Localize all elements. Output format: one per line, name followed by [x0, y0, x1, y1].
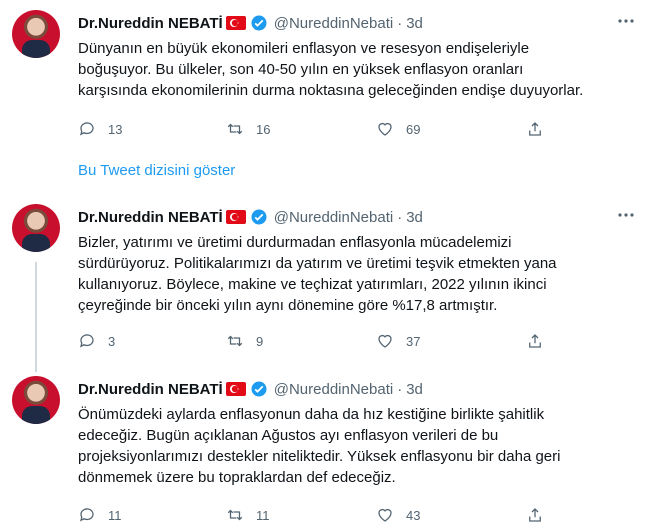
more-options-icon[interactable] [616, 208, 636, 222]
share-icon [529, 334, 541, 348]
avatar[interactable] [12, 10, 60, 58]
avatar[interactable] [12, 376, 60, 424]
reply-count: 3 [108, 333, 116, 349]
author-name[interactable]: Dr.Nureddin NEBATİ [78, 381, 223, 398]
separator-dot: · [397, 208, 403, 226]
reply-icon [80, 334, 94, 348]
like-count: 37 [406, 333, 421, 349]
tweet-actions: 3 9 37 [78, 332, 558, 352]
author-handle[interactable]: @NureddinNebati [274, 381, 393, 398]
reply-button[interactable]: 13 [78, 120, 122, 138]
share-button[interactable] [526, 120, 544, 138]
tweet-text: Bizler, yatırımı ve üretimi durdurmadan … [78, 234, 557, 314]
reply-count: 11 [108, 507, 122, 523]
turkish-flag-icon [225, 16, 246, 30]
reply-icon [80, 508, 94, 522]
retweet-count: 16 [256, 121, 271, 137]
retweet-icon [227, 335, 243, 347]
verified-badge-icon [251, 209, 267, 225]
turkish-flag-icon [225, 382, 246, 396]
turkish-flag-icon [225, 210, 246, 224]
share-icon [529, 508, 541, 522]
author-name[interactable]: Dr.Nureddin NEBATİ [78, 209, 223, 226]
heart-icon [378, 122, 392, 136]
author-name[interactable]: Dr.Nureddin NEBATİ [78, 15, 223, 32]
verified-badge-icon [251, 15, 267, 31]
retweet-count: 11 [256, 507, 270, 523]
like-count: 43 [406, 507, 421, 523]
reply-button[interactable]: 11 [78, 506, 122, 524]
share-button[interactable] [526, 332, 544, 350]
retweet-button[interactable]: 11 [226, 506, 270, 524]
author-handle[interactable]: @NureddinNebati [274, 209, 393, 226]
retweet-icon [227, 509, 243, 521]
tweet-header: Dr.Nureddin NEBATİ @NureddinNebati · 3d [78, 206, 423, 228]
tweet-header: Dr.Nureddin NEBATİ @NureddinNebati · 3d [78, 378, 423, 400]
separator-dot: · [397, 380, 403, 398]
timestamp[interactable]: 3d [406, 15, 423, 32]
timestamp[interactable]: 3d [406, 381, 423, 398]
share-icon [529, 122, 541, 136]
tweet-actions: 13 16 69 [78, 120, 558, 140]
tweet-2[interactable]: Dr.Nureddin NEBATİ @NureddinNebati · 3d … [0, 204, 650, 364]
retweet-button[interactable]: 16 [226, 120, 270, 138]
like-button[interactable]: 37 [376, 332, 420, 350]
more-options-icon[interactable] [616, 14, 636, 28]
tweet-text: Dünyanın en büyük ekonomileri enflasyon … [78, 40, 584, 99]
reply-icon [80, 122, 94, 136]
retweet-icon [227, 123, 243, 135]
retweet-count: 9 [256, 333, 264, 349]
tweet-text: Önümüzdeki aylarda enflasyonun daha da h… [78, 406, 561, 486]
show-thread-link[interactable]: Bu Tweet dizisini göster [78, 162, 235, 179]
retweet-button[interactable]: 9 [226, 332, 263, 350]
tweet-header: Dr.Nureddin NEBATİ @NureddinNebati · 3d [78, 12, 423, 34]
share-button[interactable] [526, 506, 544, 524]
tweet-3[interactable]: Dr.Nureddin NEBATİ @NureddinNebati · 3d … [0, 376, 650, 530]
heart-icon [378, 508, 392, 522]
reply-count: 13 [108, 121, 123, 137]
like-button[interactable]: 43 [376, 506, 420, 524]
like-button[interactable]: 69 [376, 120, 420, 138]
separator-dot: · [397, 14, 403, 32]
timestamp[interactable]: 3d [406, 209, 423, 226]
like-count: 69 [406, 121, 421, 137]
tweet-actions: 11 11 43 [78, 506, 558, 526]
heart-icon [378, 334, 392, 348]
reply-button[interactable]: 3 [78, 332, 115, 350]
author-handle[interactable]: @NureddinNebati [274, 15, 393, 32]
verified-badge-icon [251, 381, 267, 397]
avatar[interactable] [12, 204, 60, 252]
tweet-1[interactable]: Dr.Nureddin NEBATİ @NureddinNebati · 3d … [0, 10, 650, 160]
